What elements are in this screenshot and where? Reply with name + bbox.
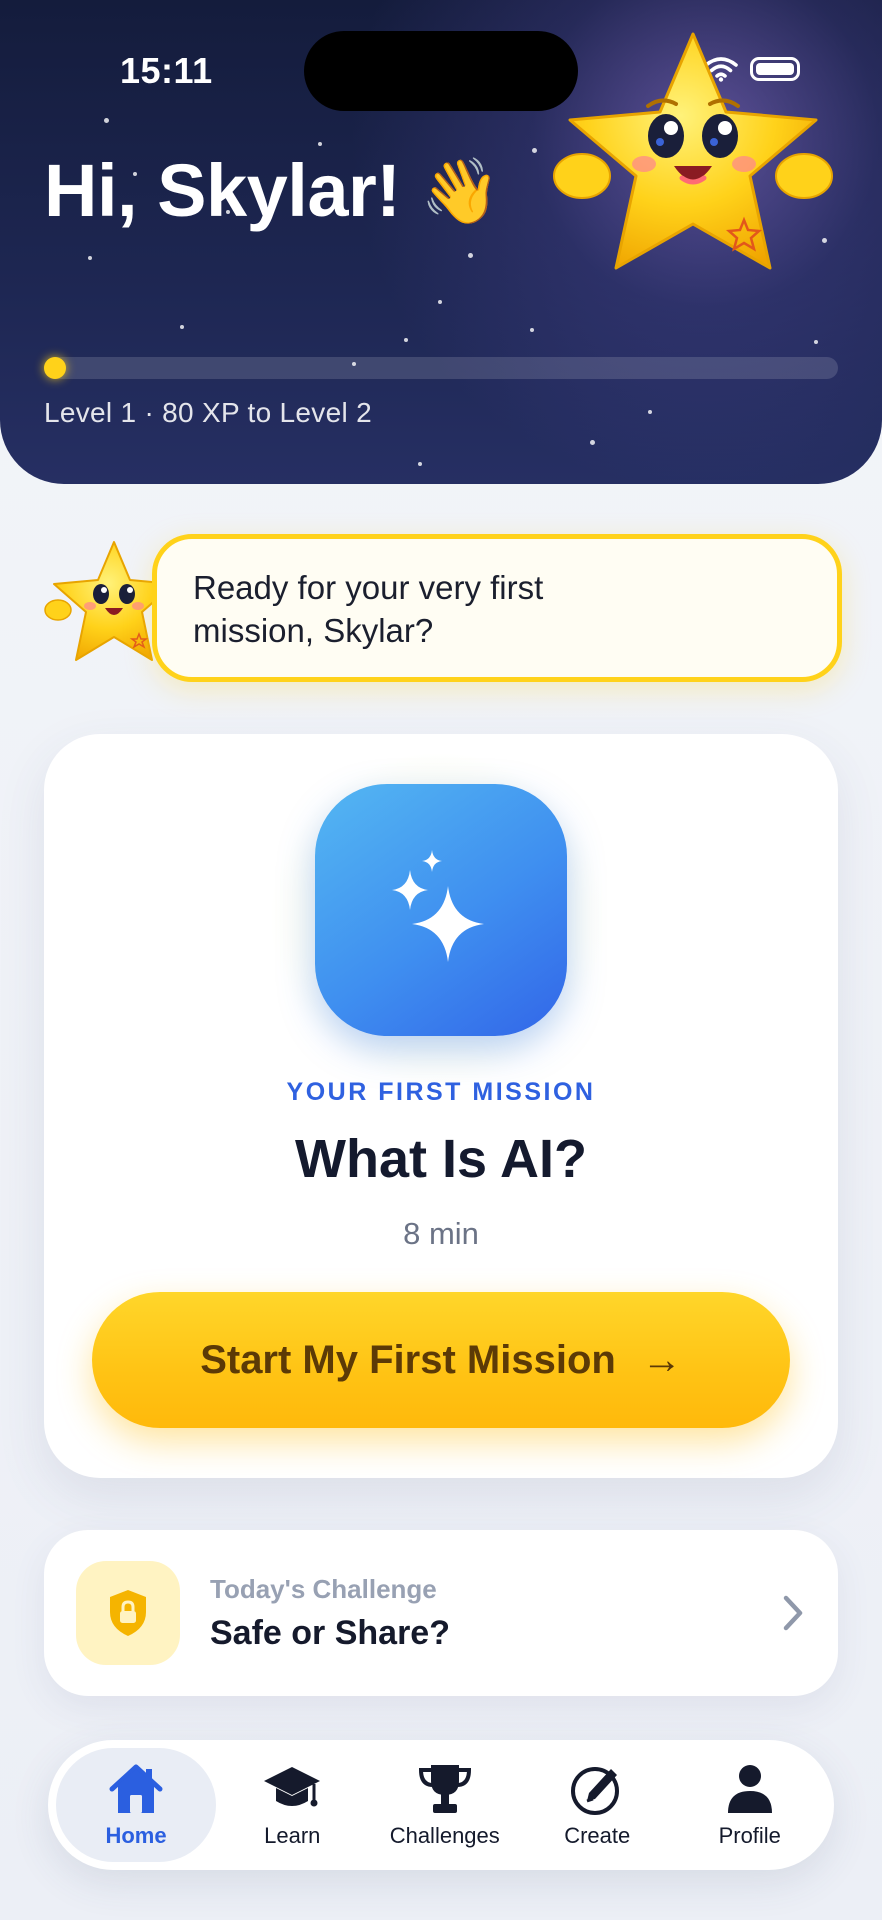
home-icon — [109, 1764, 163, 1813]
tab-learn-label: Learn — [264, 1823, 321, 1848]
bottom-tab-bar: Home Learn Challenges Create Profile — [48, 1740, 834, 1870]
sky-star — [814, 340, 818, 344]
header-panel: 15:11 Hi, Skylar! 👋 Level 1 · 80 XP to L… — [0, 0, 882, 484]
shield-lock-icon — [110, 1590, 146, 1636]
xp-progress-bar — [44, 357, 838, 379]
tab-create-label: Create — [564, 1823, 631, 1848]
start-mission-label: Start My First Mission — [200, 1337, 616, 1382]
speech-line-2: mission, Skylar? — [193, 611, 434, 649]
sky-star — [180, 325, 184, 329]
challenge-title: Safe or Share? — [210, 1614, 450, 1652]
level-status: Level 1 · 80 XP to Level 2 — [44, 397, 372, 428]
tab-profile[interactable]: Profile — [674, 1748, 827, 1862]
sky-star — [468, 253, 473, 258]
mascot-speech-bubble: Ready for your very first mission, Skyla… — [152, 534, 842, 682]
mission-kicker: YOUR FIRST MISSION — [286, 1078, 596, 1106]
tab-learn[interactable]: Learn — [216, 1748, 369, 1862]
pencil-circle-icon — [571, 1767, 620, 1815]
tab-profile-label: Profile — [718, 1823, 781, 1848]
trophy-icon — [418, 1765, 471, 1813]
mission-title: What Is AI? — [295, 1129, 587, 1189]
star-mascot-icon — [553, 32, 833, 270]
sky-star — [418, 462, 422, 466]
chevron-right-icon — [783, 1595, 803, 1631]
mission-duration: 8 min — [403, 1216, 479, 1251]
tab-create[interactable]: Create — [521, 1748, 674, 1862]
xp-progress-fill — [44, 357, 66, 379]
waving-hand-icon: 👋 — [420, 154, 500, 227]
person-icon — [727, 1765, 772, 1813]
arrow-right-icon: → — [641, 1338, 682, 1382]
sky-star — [648, 410, 652, 414]
tab-challenges[interactable]: Challenges — [369, 1748, 522, 1862]
sky-star — [318, 142, 322, 146]
sky-star — [590, 440, 595, 445]
mission-icon-tile — [315, 784, 567, 1036]
sky-star — [438, 300, 442, 304]
challenge-kicker: Today's Challenge — [210, 1574, 437, 1604]
todays-challenge-card[interactable]: Today's Challenge Safe or Share? — [44, 1530, 838, 1696]
speech-line-1: Ready for your very first — [193, 569, 544, 606]
sparkles-icon — [392, 850, 484, 962]
sky-star — [404, 338, 408, 342]
tab-home[interactable]: Home — [56, 1748, 216, 1862]
greeting-heading: Hi, Skylar! 👋 — [44, 148, 500, 233]
sky-star — [530, 328, 534, 332]
tab-home-label: Home — [105, 1823, 167, 1848]
first-mission-card: YOUR FIRST MISSION What Is AI? 8 min Sta… — [44, 734, 838, 1478]
start-mission-button[interactable]: Start My First Mission → — [92, 1292, 790, 1428]
sky-star — [532, 148, 537, 153]
sky-star — [88, 256, 92, 260]
greeting-text: Hi, Skylar! — [44, 149, 401, 232]
dynamic-island — [304, 31, 578, 111]
challenge-icon-tile — [76, 1561, 180, 1665]
status-time: 15:11 — [120, 50, 213, 91]
tab-challenges-label: Challenges — [389, 1823, 500, 1848]
graduation-cap-icon — [264, 1767, 321, 1807]
home-screen: 15:11 Hi, Skylar! 👋 Level 1 · 80 XP to L… — [0, 0, 882, 1920]
sky-star — [104, 118, 109, 123]
